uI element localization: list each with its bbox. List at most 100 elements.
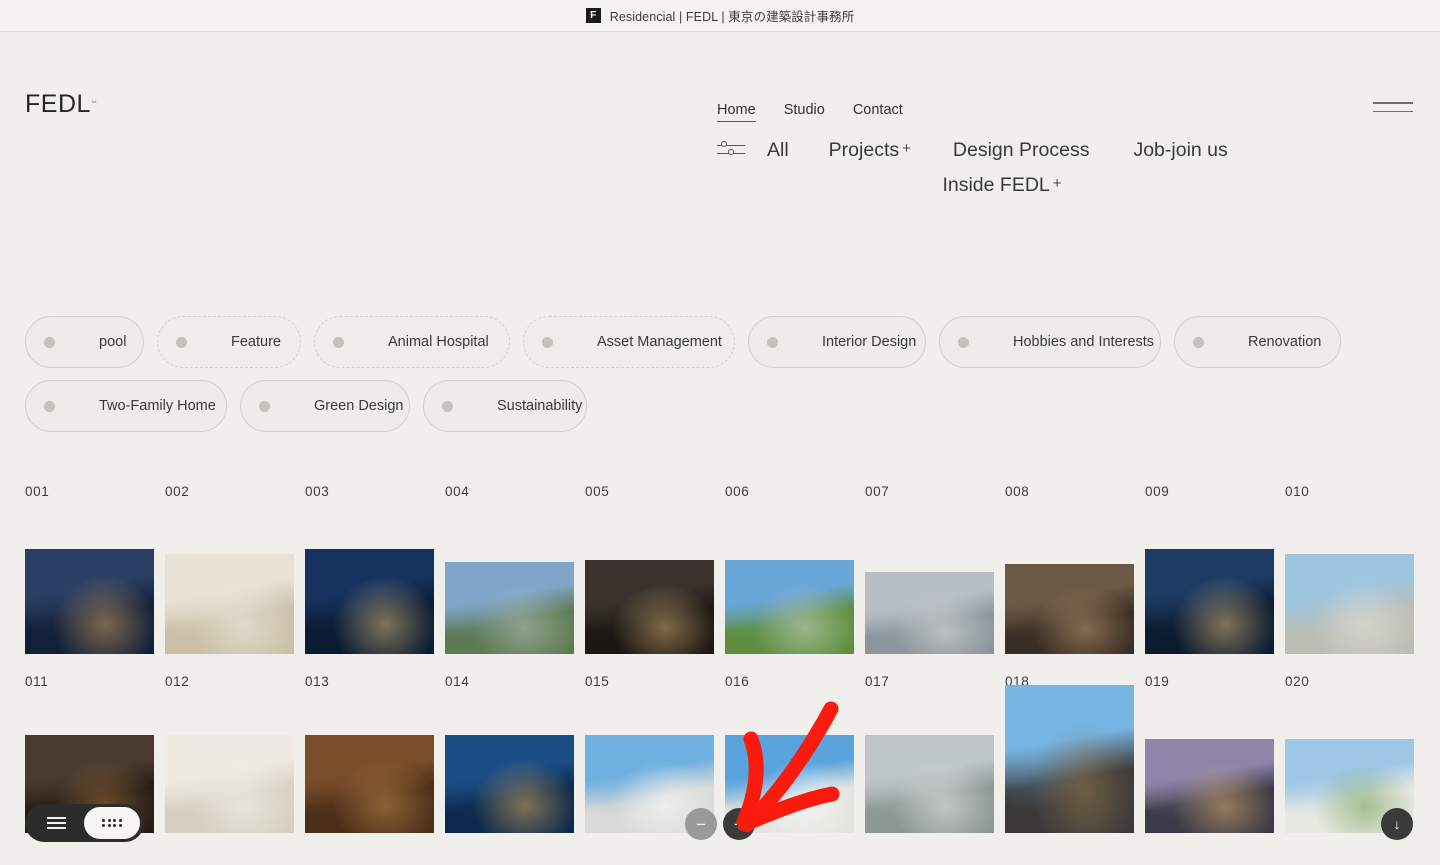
filter-chip[interactable]: Asset Management [523,316,735,368]
grid-cell: 008018 [1005,484,1134,833]
grid-dot [108,824,111,827]
subnav-item-projects[interactable]: Projects+ [829,132,911,167]
thumbnail-slot: 008 [1005,484,1134,654]
nav-item-studio[interactable]: Studio [784,102,825,121]
nav-item-home[interactable]: Home [717,102,756,122]
chip-label: Animal Hospital [388,334,489,350]
grid-dot [119,824,122,827]
favicon: F [586,8,601,23]
browser-tab[interactable]: F Residencial | FEDL | 東京の建築設計事務所 [586,6,855,25]
project-thumbnail[interactable] [305,549,434,654]
thumbnail-slot: 002 [165,484,294,654]
chip-dot-icon [176,337,187,348]
secondary-nav: All Projects+ Design Process Job-join us… [717,132,1237,202]
project-thumbnail[interactable] [165,735,294,833]
project-number: 007 [865,484,994,499]
slider-knob [721,141,727,147]
subnav-label: Projects [829,139,899,161]
thumbnail-image [305,549,434,654]
subnav-row-2: Inside FEDL+ [717,167,1237,202]
view-mode-toggle[interactable] [25,804,144,842]
slider-knob [728,149,734,155]
chip-dot-icon [767,337,778,348]
subnav-item-all[interactable]: All [767,133,789,167]
grid-dot [108,819,111,822]
filter-chip[interactable]: Two-Family Home [25,380,227,432]
filter-chip[interactable]: pool [25,316,144,368]
list-lines [47,817,66,829]
project-thumbnail[interactable] [1285,554,1414,654]
chip-label: Hobbies and Interests [1013,334,1154,350]
project-number: 008 [1005,484,1134,499]
scroll-down-button[interactable]: ↓ [1381,808,1413,840]
list-line [47,822,66,824]
chip-label: Renovation [1248,334,1321,350]
filter-chip[interactable]: Green Design [240,380,410,432]
filter-chip[interactable]: Renovation [1174,316,1341,368]
thumbnail-slot: 009 [1145,484,1274,654]
page-content: FEDL⎵ Home Studio Contact All Projects+ … [0,32,1440,833]
project-thumbnail[interactable] [445,735,574,833]
project-thumbnail[interactable] [1005,564,1134,654]
grid-view-icon[interactable] [84,807,140,839]
site-logo[interactable]: FEDL⎵ [25,90,97,119]
project-thumbnail[interactable] [1145,739,1274,833]
zoom-in-button[interactable]: + [723,808,755,840]
thumbnail-image [165,735,294,833]
thumbnail-slot: 020 [1285,674,1414,689]
project-thumbnail[interactable] [865,735,994,833]
chip-label: Sustainability [497,398,582,414]
project-thumbnail[interactable] [585,560,714,654]
thumbnail-image [25,549,154,654]
filter-chip-list: pool Feature Animal Hospital Asset Manageme… [25,316,1415,444]
filter-chip[interactable]: Feature [157,316,301,368]
thumbnail-image [865,735,994,833]
thumbnail-image [585,560,714,654]
grid-cell: 002 012 [165,484,294,833]
grid-cell: 007 017 [865,484,994,833]
thumbnail-slot: 012 [165,674,294,689]
chip-dot-icon [44,401,55,412]
zoom-out-button[interactable]: − [685,808,717,840]
project-thumbnail[interactable] [865,572,994,654]
chip-dot-icon [958,337,969,348]
project-thumbnail[interactable] [445,562,574,654]
subnav-item-inside-fedl[interactable]: Inside FEDL+ [942,167,1061,202]
filter-chip[interactable]: Sustainability [423,380,587,432]
project-number: 017 [865,674,994,689]
thumbnail-image [1005,685,1134,833]
project-number: 016 [725,674,854,689]
project-thumbnail[interactable] [305,735,434,833]
project-thumbnail[interactable] [165,554,294,654]
thumbnail-image [1005,564,1134,654]
filter-chip[interactable]: Interior Design [748,316,926,368]
chip-label: pool [99,334,126,350]
list-view-icon[interactable] [28,807,84,839]
thumbnail-slot: 004 [445,484,574,654]
hamburger-menu-icon[interactable] [1373,102,1413,116]
chip-label: Feature [231,334,281,350]
thumbnail-image [445,735,574,833]
sliders-filter-icon[interactable] [717,140,745,160]
thumbnail-image [305,735,434,833]
chip-dot-icon [542,337,553,348]
thumbnail-image [865,572,994,654]
project-thumbnail[interactable] [1145,549,1274,654]
project-thumbnail[interactable] [25,549,154,654]
filter-chip[interactable]: Animal Hospital [314,316,510,368]
thumbnail-slot: 005 [585,484,714,654]
subnav-item-job-join-us[interactable]: Job-join us [1133,133,1227,167]
nav-item-contact[interactable]: Contact [853,102,903,121]
subnav-item-design-process[interactable]: Design Process [953,133,1090,167]
thumbnail-slot: 019 [1145,674,1274,689]
subnav-label: All [767,139,789,161]
chip-label: Asset Management [597,334,722,350]
thumbnail-image [165,554,294,654]
project-thumbnail[interactable] [725,560,854,654]
filter-chip[interactable]: Hobbies and Interests [939,316,1161,368]
project-thumbnail[interactable] [1005,685,1134,833]
project-number: 002 [165,484,294,499]
project-number: 014 [445,674,574,689]
hamburger-line [1373,111,1413,113]
project-number: 019 [1145,674,1274,689]
